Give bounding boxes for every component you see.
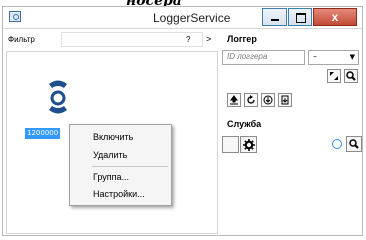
filter-toolbar: Фильтр ? > bbox=[6, 32, 218, 48]
resize-button[interactable] bbox=[327, 69, 341, 83]
service-search-button[interactable] bbox=[346, 136, 362, 152]
menu-item-group[interactable]: Группа... bbox=[71, 169, 170, 186]
filter-label: Фильтр bbox=[8, 35, 35, 44]
minimize-button[interactable] bbox=[262, 8, 287, 26]
menu-item-delete[interactable]: Удалить bbox=[71, 147, 170, 164]
menu-item-enable[interactable]: Включить bbox=[71, 129, 170, 146]
logger-service-window: LoggerService x Фильтр ? > 1200000 Включ… bbox=[2, 6, 363, 236]
service-settings-button[interactable] bbox=[240, 136, 257, 153]
tree-item-label[interactable]: 1200000 bbox=[25, 128, 61, 139]
service-checkbox[interactable] bbox=[222, 136, 239, 153]
title-bar: LoggerService x bbox=[3, 7, 362, 29]
service-status-indicator bbox=[332, 139, 342, 149]
download-icon bbox=[263, 95, 273, 105]
download-button[interactable] bbox=[261, 93, 275, 107]
help-button[interactable]: ? bbox=[186, 35, 190, 44]
resize-arrows-icon bbox=[330, 72, 338, 80]
upload-button[interactable] bbox=[227, 93, 241, 107]
chevron-down-icon: ▼ bbox=[349, 53, 355, 61]
logger-section-title: Логгер bbox=[227, 34, 257, 44]
logger-id-input[interactable]: ID логгера bbox=[222, 50, 305, 65]
logger-panel: Логгер ID логгера – ▼ Служба bbox=[222, 33, 365, 233]
service-icon[interactable] bbox=[47, 76, 69, 118]
gear-icon bbox=[242, 138, 255, 151]
export-icon bbox=[281, 95, 289, 105]
search-icon bbox=[346, 71, 356, 81]
search-icon bbox=[349, 139, 359, 149]
upload-icon bbox=[230, 95, 238, 105]
refresh-icon bbox=[247, 95, 255, 104]
search-button[interactable] bbox=[344, 69, 358, 83]
window-title: LoggerService bbox=[153, 11, 231, 25]
collapse-arrow-button[interactable]: > bbox=[206, 34, 211, 44]
app-icon[interactable] bbox=[9, 11, 21, 22]
menu-item-settings[interactable]: Настройки... bbox=[71, 186, 170, 203]
logger-select-value: – bbox=[313, 52, 317, 61]
menu-separator bbox=[92, 166, 168, 167]
maximize-button[interactable] bbox=[288, 8, 312, 26]
close-button[interactable]: x bbox=[313, 8, 357, 26]
context-menu: Включить Удалить Группа... Настройки... bbox=[69, 124, 172, 206]
export-button[interactable] bbox=[278, 93, 292, 107]
refresh-button[interactable] bbox=[244, 93, 258, 107]
logger-select[interactable]: – ▼ bbox=[308, 50, 359, 65]
filter-input[interactable] bbox=[61, 32, 203, 47]
service-section-title: Служба bbox=[227, 119, 262, 129]
